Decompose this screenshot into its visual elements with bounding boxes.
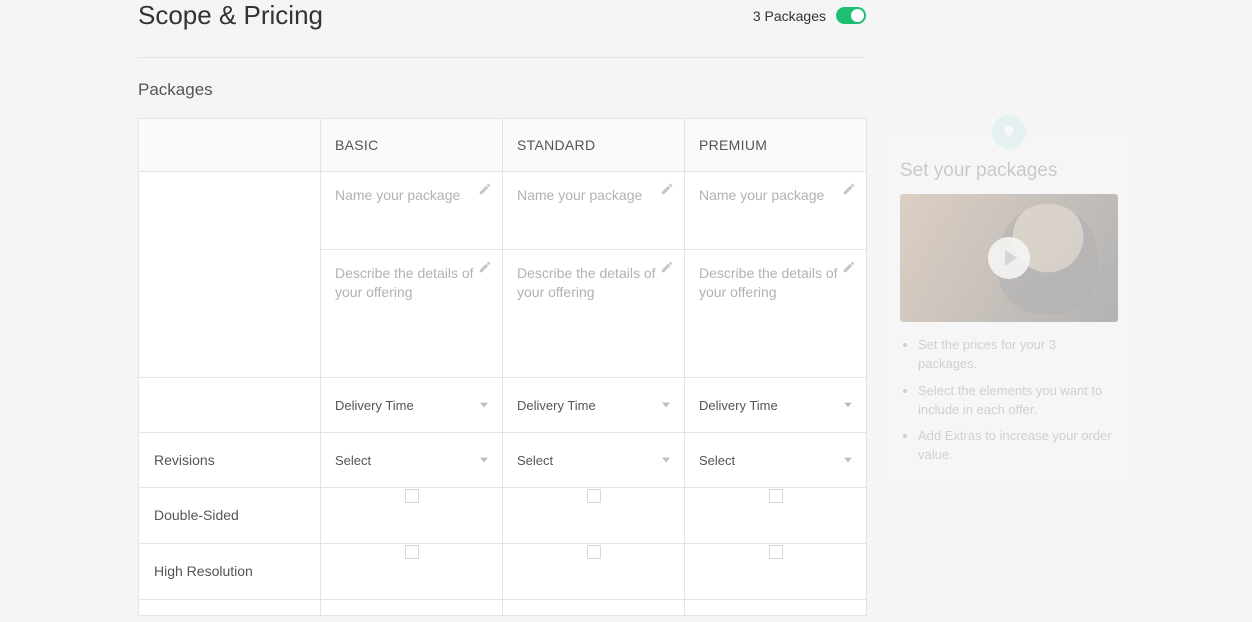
table-corner <box>139 119 321 172</box>
pencil-icon <box>478 260 492 274</box>
toggle-knob <box>851 9 864 22</box>
pencil-icon <box>660 182 674 196</box>
package-desc-input-basic[interactable]: Describe the details of your offering <box>321 250 503 378</box>
tips-item: Add Extras to increase your order value. <box>918 427 1118 465</box>
delivery-select-value: Delivery Time <box>335 398 414 413</box>
double-sided-checkbox-premium[interactable] <box>769 489 783 503</box>
high-res-checkbox-basic[interactable] <box>405 545 419 559</box>
play-icon <box>988 237 1030 279</box>
column-header-basic: BASIC <box>321 119 503 172</box>
tips-card: Set your packages Set the prices for you… <box>884 132 1134 485</box>
delivery-select-standard[interactable]: Delivery Time <box>503 378 684 432</box>
tips-title: Set your packages <box>900 160 1118 182</box>
table-row <box>321 600 503 616</box>
tips-video[interactable] <box>900 194 1118 322</box>
caret-down-icon <box>480 402 488 408</box>
delivery-row-label <box>139 378 321 433</box>
pencil-icon <box>660 260 674 274</box>
high-res-checkbox-standard[interactable] <box>587 545 601 559</box>
package-desc-placeholder: Describe the details of your offering <box>517 265 656 300</box>
package-name-placeholder: Name your package <box>335 187 460 203</box>
revisions-select-basic[interactable]: Select <box>321 433 502 487</box>
package-name-placeholder: Name your package <box>699 187 824 203</box>
packages-toggle[interactable] <box>836 7 866 24</box>
revisions-select-value: Select <box>517 453 553 468</box>
double-sided-checkbox-standard[interactable] <box>587 489 601 503</box>
revisions-select-premium[interactable]: Select <box>685 433 866 487</box>
page-title: Scope & Pricing <box>138 0 323 31</box>
column-header-standard: STANDARD <box>503 119 685 172</box>
package-desc-input-premium[interactable]: Describe the details of your offering <box>685 250 867 378</box>
high-res-checkbox-premium[interactable] <box>769 545 783 559</box>
caret-down-icon <box>844 457 852 463</box>
package-desc-input-standard[interactable]: Describe the details of your offering <box>503 250 685 378</box>
package-name-input-basic[interactable]: Name your package <box>321 172 503 250</box>
caret-down-icon <box>844 402 852 408</box>
name-desc-row-label <box>139 172 321 378</box>
package-name-input-standard[interactable]: Name your package <box>503 172 685 250</box>
packages-section-title: Packages <box>138 80 866 100</box>
revisions-select-value: Select <box>699 453 735 468</box>
packages-toggle-label: 3 Packages <box>753 8 826 24</box>
table-row <box>685 600 867 616</box>
delivery-select-basic[interactable]: Delivery Time <box>321 378 502 432</box>
pencil-icon <box>478 182 492 196</box>
delivery-select-premium[interactable]: Delivery Time <box>685 378 866 432</box>
delivery-select-value: Delivery Time <box>517 398 596 413</box>
pencil-icon <box>842 260 856 274</box>
revisions-select-standard[interactable]: Select <box>503 433 684 487</box>
package-desc-placeholder: Describe the details of your offering <box>699 265 838 300</box>
tips-item: Select the elements you want to include … <box>918 382 1118 420</box>
double-sided-row-label: Double-Sided <box>139 488 321 544</box>
packages-table: BASIC STANDARD PREMIUM Name your package… <box>138 118 867 616</box>
delivery-select-value: Delivery Time <box>699 398 778 413</box>
caret-down-icon <box>480 457 488 463</box>
table-row <box>503 600 685 616</box>
revisions-select-value: Select <box>335 453 371 468</box>
high-res-row-label: High Resolution <box>139 544 321 600</box>
bulb-icon <box>992 115 1026 149</box>
revisions-row-label: Revisions <box>139 433 321 488</box>
caret-down-icon <box>662 402 670 408</box>
package-name-placeholder: Name your package <box>517 187 642 203</box>
caret-down-icon <box>662 457 670 463</box>
tips-item: Set the prices for your 3 packages. <box>918 336 1118 374</box>
column-header-premium: PREMIUM <box>685 119 867 172</box>
table-row <box>139 600 321 616</box>
package-name-input-premium[interactable]: Name your package <box>685 172 867 250</box>
package-desc-placeholder: Describe the details of your offering <box>335 265 474 300</box>
double-sided-checkbox-basic[interactable] <box>405 489 419 503</box>
pencil-icon <box>842 182 856 196</box>
